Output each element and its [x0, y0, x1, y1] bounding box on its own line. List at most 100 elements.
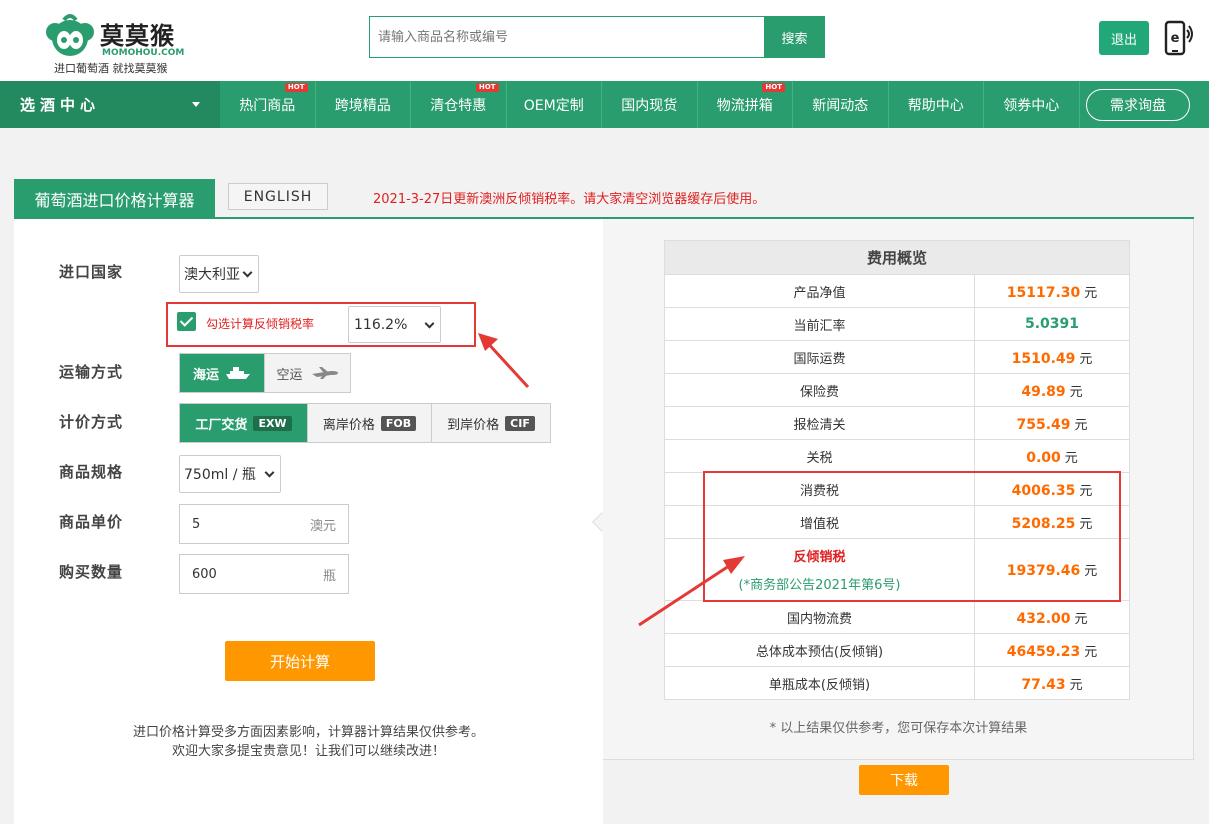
search-button[interactable]: 搜索	[764, 16, 825, 58]
pricing-code-badge: EXW	[253, 415, 292, 431]
nav-item-news[interactable]: 新闻动态	[793, 81, 889, 128]
pricing-code-badge: FOB	[380, 415, 417, 431]
fee-unit: 元	[1069, 677, 1083, 693]
quantity-input[interactable]: 600 瓶	[179, 554, 349, 594]
fee-table-title: 费用概览	[664, 240, 1130, 275]
fee-value: 15117.30	[1006, 284, 1081, 301]
table-row: 报检清关 755.49 元	[664, 406, 1130, 440]
chevron-down-icon	[424, 318, 435, 329]
unit-price-value: 5	[192, 516, 201, 532]
nav-item-label: 热门商品	[239, 97, 296, 114]
transport-air-option[interactable]: 空运	[265, 354, 350, 392]
inquiry-button[interactable]: 需求询盘	[1086, 89, 1190, 121]
nav-item-coupons[interactable]: 领券中心	[984, 81, 1080, 128]
spec-label: 商品规格	[59, 463, 124, 481]
pricing-option-fob[interactable]: 离岸价格 FOB	[308, 404, 432, 442]
unit-price-input[interactable]: 5 澳元	[179, 504, 349, 544]
nav-item-label: 领券中心	[1003, 97, 1060, 114]
monkey-logo-icon	[46, 14, 94, 56]
logout-button[interactable]: 退出	[1099, 21, 1149, 55]
logo[interactable]: 莫莫猴 MOMOHOU.COM 进口葡萄酒 就找莫莫猴	[42, 8, 192, 75]
country-label: 进口国家	[59, 263, 124, 281]
category-menu[interactable]: 选酒中心	[0, 81, 220, 128]
fee-name: 当前汇率	[664, 307, 975, 341]
fee-value-cell: 46459.23 元	[974, 633, 1130, 667]
airplane-icon	[311, 367, 338, 379]
fee-name: 保险费	[664, 373, 975, 407]
mobile-ie-icon[interactable]: e	[1163, 20, 1195, 56]
tab-price-calculator[interactable]: 葡萄酒进口价格计算器	[14, 179, 215, 218]
pricing-option-label: 到岸价格	[447, 417, 500, 433]
fee-name: 产品净值	[664, 274, 975, 308]
nav-item-label: 新闻动态	[812, 97, 869, 114]
fee-unit: 元	[1084, 644, 1098, 660]
transport-sea-label: 海运	[192, 367, 219, 383]
nav-items: 热门商品 HOT 跨境精品 清仓特惠 HOT OEM定制 国内现货 物流拼箱 HOT …	[220, 81, 1080, 128]
transport-label: 运输方式	[59, 363, 124, 381]
anti-dumping-rate-select[interactable]: 116.2%	[348, 306, 441, 343]
fee-unit: 元	[1074, 417, 1088, 433]
fee-value: 49.89	[1021, 383, 1066, 400]
caret-down-icon	[192, 102, 200, 107]
pricing-toggle: 工厂交货 EXW 离岸价格 FOB 到岸价格 CIF	[179, 403, 551, 443]
header: 莫莫猴 MOMOHOU.COM 进口葡萄酒 就找莫莫猴 搜索 退出 e	[0, 0, 1209, 81]
pricing-option-cif[interactable]: 到岸价格 CIF	[432, 404, 550, 442]
hot-badge: HOT	[475, 83, 499, 92]
table-row: 当前汇率 5.0391	[664, 307, 1130, 341]
table-row: 总体成本预估(反倾销) 46459.23 元	[664, 633, 1130, 667]
anti-dumping-checkbox[interactable]	[177, 312, 196, 331]
nav-item-logistics[interactable]: 物流拼箱 HOT	[698, 81, 793, 128]
nav-item-label: 跨境精品	[334, 97, 391, 114]
nav-item-hot-products[interactable]: 热门商品 HOT	[220, 81, 316, 128]
results-note: * 以上结果仅供参考，您可保存本次计算结果	[769, 721, 1028, 736]
transport-air-label: 空运	[276, 367, 303, 383]
chevron-down-icon	[242, 267, 253, 278]
fee-name: 总体成本预估(反倾销)	[664, 633, 975, 667]
main-nav: 选酒中心 热门商品 HOT 跨境精品 清仓特惠 HOT OEM定制 国内现货 物流拼…	[0, 81, 1209, 128]
search-input[interactable]	[369, 16, 765, 58]
nav-item-label: OEM定制	[523, 97, 584, 114]
nav-item-domestic-stock[interactable]: 国内现货	[602, 81, 698, 128]
nav-item-label: 清仓特惠	[430, 97, 487, 114]
tab-english[interactable]: ENGLISH	[228, 183, 328, 210]
quantity-label: 购买数量	[59, 563, 124, 581]
disclaimer: 进口价格计算受多方面因素影响，计算器计算结果仅供参考。 欢迎大家多提宝贵意见！让…	[14, 723, 603, 761]
fee-value-cell: 49.89 元	[974, 373, 1130, 407]
disclaimer-line-2: 欢迎大家多提宝贵意见！让我们可以继续改进！	[171, 744, 445, 759]
fee-name: 报检清关	[664, 406, 975, 440]
disclaimer-line-1: 进口价格计算受多方面因素影响，计算器计算结果仅供参考。	[132, 725, 484, 740]
chevron-down-icon	[264, 467, 275, 478]
fee-value: 755.49	[1016, 416, 1071, 433]
fee-value: 77.43	[1021, 676, 1066, 693]
anti-dumping-label: 勾选计算反倾销税率	[206, 317, 315, 331]
transport-sea-option[interactable]: 海运	[180, 354, 265, 392]
hot-badge: HOT	[284, 83, 308, 92]
calculate-button[interactable]: 开始计算	[225, 641, 375, 681]
nav-item-clearance[interactable]: 清仓特惠 HOT	[411, 81, 507, 128]
fee-name: 国际运费	[664, 340, 975, 374]
fee-value: 0.00	[1026, 449, 1061, 466]
pricing-option-label: 离岸价格	[322, 417, 375, 433]
download-button[interactable]: 下载	[859, 765, 949, 795]
fee-value: 432.00	[1016, 610, 1071, 627]
fee-unit: 元	[1064, 450, 1078, 466]
nav-item-cross-border[interactable]: 跨境精品	[316, 81, 411, 128]
fee-value: 46459.23	[1006, 643, 1081, 660]
fee-unit: 元	[1069, 384, 1083, 400]
logo-name: 莫莫猴	[100, 22, 175, 50]
fee-value-cell: 432.00 元	[974, 600, 1130, 634]
fee-value-cell: 1510.49 元	[974, 340, 1130, 374]
country-select[interactable]: 澳大利亚	[179, 255, 259, 293]
fee-name: 关税	[664, 439, 975, 473]
fee-value-cell: 0.00 元	[974, 439, 1130, 473]
table-row: 国际运费 1510.49 元	[664, 340, 1130, 374]
spec-select-value: 750ml / 瓶	[184, 467, 256, 483]
table-row: 保险费 49.89 元	[664, 373, 1130, 407]
spec-select[interactable]: 750ml / 瓶	[179, 455, 281, 493]
nav-item-oem[interactable]: OEM定制	[507, 81, 602, 128]
pricing-option-label: 工厂交货	[195, 417, 248, 433]
table-row: 关税 0.00 元	[664, 439, 1130, 473]
nav-item-help[interactable]: 帮助中心	[889, 81, 984, 128]
pricing-option-exw[interactable]: 工厂交货 EXW	[180, 404, 308, 442]
fee-value-cell: 755.49 元	[974, 406, 1130, 440]
